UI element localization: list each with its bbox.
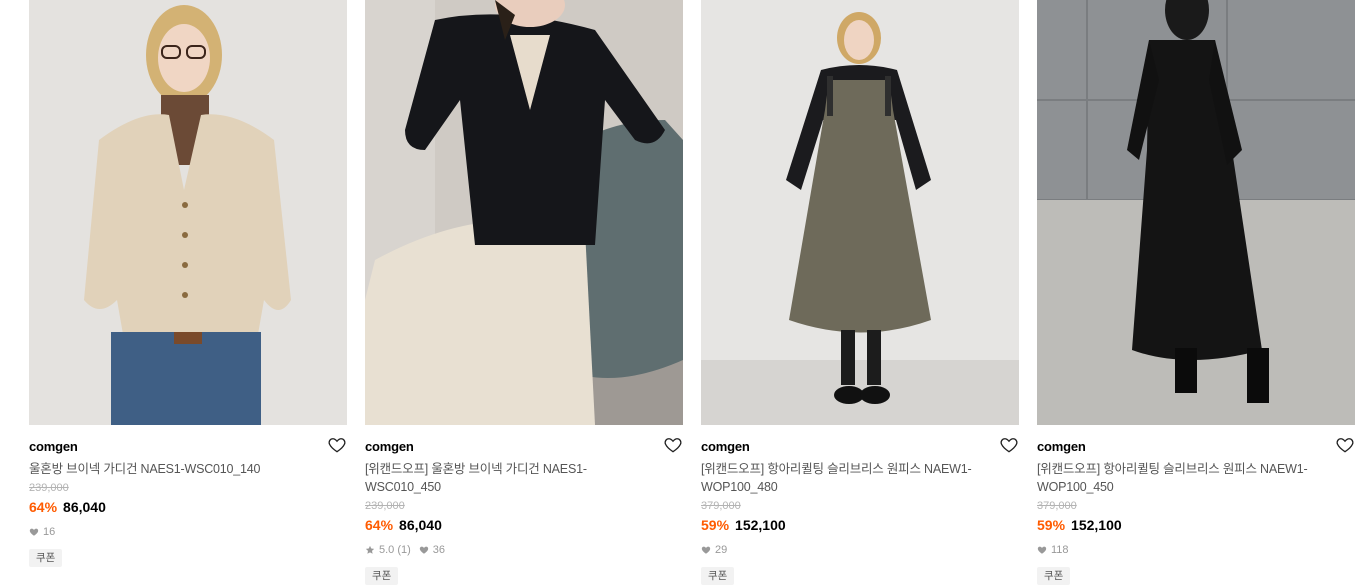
coupon-badge: 쿠폰	[365, 567, 399, 585]
product-card[interactable]: comgen [위캔드오프] 항아리퀼팅 슬리브리스 원피스 NAEW1-WOP…	[701, 0, 1019, 585]
heart-filled-icon	[1037, 546, 1047, 554]
like-button[interactable]	[327, 435, 347, 455]
like-button[interactable]	[1335, 435, 1355, 455]
discount-rate: 59%	[1037, 517, 1066, 533]
product-image[interactable]	[701, 0, 1019, 425]
discount-rate: 59%	[701, 517, 730, 533]
product-meta: 16	[29, 525, 347, 539]
product-grid: comgen 울혼방 브이넥 가디건 NAES1-WSC010_140 239,…	[0, 0, 1361, 585]
product-name[interactable]: [위캔드오프] 항아리퀼팅 슬리브리스 원피스 NAEW1-WOP100_480	[701, 460, 991, 496]
discount-rate: 64%	[29, 499, 58, 515]
product-image[interactable]	[29, 0, 347, 425]
product-photo	[365, 0, 683, 425]
product-name[interactable]: 울혼방 브이넥 가디건 NAES1-WSC010_140	[29, 460, 319, 478]
coupon-badge: 쿠폰	[29, 549, 63, 567]
brand-name[interactable]: comgen	[365, 438, 683, 456]
product-image[interactable]	[1037, 0, 1355, 425]
rating: 5.0 (1)	[379, 544, 411, 556]
product-card[interactable]: comgen [위캔드오프] 항아리퀼팅 슬리브리스 원피스 NAEW1-WOP…	[1037, 0, 1355, 585]
product-meta: 29	[701, 543, 1019, 557]
sale-price: 152,100	[735, 517, 786, 533]
likes-count: 29	[715, 544, 728, 556]
heart-filled-icon	[29, 528, 39, 536]
product-card[interactable]: comgen 울혼방 브이넥 가디건 NAES1-WSC010_140 239,…	[29, 0, 347, 585]
product-meta: 118	[1037, 543, 1355, 557]
product-name[interactable]: [위캔드오프] 울혼방 브이넥 가디건 NAES1-WSC010_450	[365, 460, 655, 496]
heart-filled-icon	[701, 546, 711, 554]
coupon-badge: 쿠폰	[701, 567, 735, 585]
like-button[interactable]	[663, 435, 683, 455]
star-icon	[365, 545, 375, 554]
likes-count: 118	[1051, 544, 1069, 556]
product-name[interactable]: [위캔드오프] 항아리퀼팅 슬리브리스 원피스 NAEW1-WOP100_450	[1037, 460, 1327, 496]
product-photo	[29, 0, 347, 425]
original-price: 379,000	[1037, 500, 1077, 512]
product-card[interactable]: comgen [위캔드오프] 울혼방 브이넥 가디건 NAES1-WSC010_…	[365, 0, 683, 585]
like-button[interactable]	[999, 435, 1019, 455]
heart-outline-icon	[664, 438, 682, 453]
likes-count: 36	[432, 544, 446, 556]
brand-name[interactable]: comgen	[29, 438, 347, 456]
original-price: 239,000	[29, 482, 69, 494]
sale-price: 86,040	[63, 499, 106, 515]
brand-name[interactable]: comgen	[701, 438, 1019, 456]
heart-outline-icon	[1336, 438, 1354, 453]
original-price: 379,000	[701, 500, 741, 512]
original-price: 239,000	[365, 500, 405, 512]
heart-filled-icon	[419, 546, 428, 554]
sale-price: 152,100	[1071, 517, 1122, 533]
product-photo	[1037, 0, 1355, 425]
coupon-badge: 쿠폰	[1037, 567, 1071, 585]
discount-rate: 64%	[365, 517, 394, 533]
product-image[interactable]	[365, 0, 683, 425]
likes-count: 16	[43, 526, 56, 538]
product-meta: 5.0 (1) 36	[365, 543, 683, 557]
product-photo	[701, 0, 1019, 425]
heart-outline-icon	[328, 438, 346, 453]
sale-price: 86,040	[399, 517, 442, 533]
brand-name[interactable]: comgen	[1037, 438, 1355, 456]
heart-outline-icon	[1000, 438, 1018, 453]
